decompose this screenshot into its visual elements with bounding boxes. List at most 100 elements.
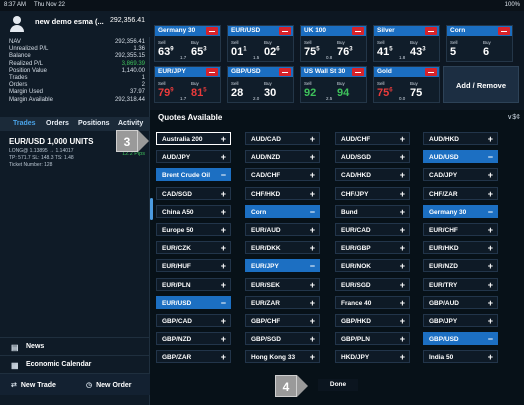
- quote-toggle-france-40[interactable]: France 40 +: [335, 295, 410, 309]
- quote-tile-us-wall-st-30[interactable]: US Wall St 30 Sell Buy 92 94 2.5: [300, 66, 367, 103]
- quote-toggle-aud-jpy[interactable]: AUD/JPY +: [156, 150, 231, 164]
- news-item[interactable]: ▤ News: [0, 337, 150, 355]
- economic-calendar-item[interactable]: ▦ Economic Calendar: [0, 355, 150, 373]
- quote-tile-silver[interactable]: Silver Sell Buy 415 433 1.8: [373, 25, 440, 62]
- remove-tile-icon[interactable]: [498, 27, 510, 35]
- quote-toggle-chf-jpy[interactable]: CHF/JPY +: [335, 186, 410, 200]
- quote-tile-eur-jpy[interactable]: EUR/JPY Sell Buy 799 815 1.7: [154, 66, 221, 103]
- remove-tile-icon[interactable]: [206, 68, 218, 76]
- tile-buy-price[interactable]: 94: [337, 87, 349, 99]
- quote-toggle-cad-sgd[interactable]: CAD/SGD +: [156, 186, 231, 200]
- tab-positions[interactable]: Positions: [78, 120, 110, 127]
- remove-tile-icon[interactable]: [279, 27, 291, 35]
- quote-toggle-eur-sgd[interactable]: EUR/SGD +: [335, 277, 410, 291]
- quote-toggle-gbp-usd[interactable]: GBP/USD −: [423, 332, 498, 346]
- quote-toggle-eur-usd[interactable]: EUR/USD −: [156, 295, 231, 309]
- quote-toggle-gbp-jpy[interactable]: GBP/JPY +: [423, 314, 498, 327]
- quote-toggle-corn[interactable]: Corn −: [245, 204, 320, 218]
- done-button[interactable]: Done: [318, 379, 358, 391]
- quote-toggle-eur-try[interactable]: EUR/TRY +: [423, 277, 498, 291]
- currency-filter-icon[interactable]: ∨$¢: [507, 113, 520, 121]
- tab-trades[interactable]: Trades: [13, 120, 36, 127]
- tile-sell-price[interactable]: 639: [158, 46, 174, 58]
- tile-buy-price[interactable]: 026: [264, 46, 280, 58]
- quote-toggle-aud-cad[interactable]: AUD/CAD +: [245, 132, 320, 145]
- remove-tile-icon[interactable]: [425, 68, 437, 76]
- tile-buy-price[interactable]: 30: [264, 87, 276, 99]
- tile-sell-price[interactable]: 011: [231, 46, 247, 58]
- quote-toggle-eur-pln[interactable]: EUR/PLN +: [156, 277, 231, 291]
- quote-toggle-eur-sek[interactable]: EUR/SEK +: [245, 277, 320, 291]
- quote-toggle-gbp-zar[interactable]: GBP/ZAR +: [156, 350, 231, 364]
- quote-toggle-eur-nzd[interactable]: EUR/NZD +: [423, 259, 498, 273]
- quote-tile-uk-100[interactable]: UK 100 Sell Buy 755 763 0.8: [300, 25, 367, 62]
- new-order-button[interactable]: ◷ New Order: [86, 381, 132, 389]
- quote-toggle-gbp-aud[interactable]: GBP/AUD +: [423, 295, 498, 309]
- quote-toggle-eur-jpy[interactable]: EUR/JPY −: [245, 259, 320, 273]
- quote-toggle-eur-cad[interactable]: EUR/CAD +: [335, 223, 410, 236]
- quote-toggle-aud-hkd[interactable]: AUD/HKD +: [423, 132, 498, 145]
- new-trade-button[interactable]: ⇄ New Trade: [11, 381, 56, 389]
- quote-toggle-eur-czk[interactable]: EUR/CZK +: [156, 241, 231, 255]
- quote-toggle-gbp-cad[interactable]: GBP/CAD +: [156, 314, 231, 327]
- quote-toggle-eur-aud[interactable]: EUR/AUD +: [245, 223, 320, 236]
- add-remove-button[interactable]: Add / Remove: [443, 66, 519, 103]
- tile-buy-price[interactable]: 653: [191, 46, 207, 58]
- quote-toggle-eur-chf[interactable]: EUR/CHF +: [423, 223, 498, 236]
- tile-sell-price[interactable]: 799: [158, 87, 174, 99]
- quote-toggle-eur-gbp[interactable]: EUR/GBP +: [335, 241, 410, 255]
- quote-toggle-aud-usd[interactable]: AUD/USD −: [423, 150, 498, 164]
- tile-sell-price[interactable]: 755: [304, 46, 320, 58]
- quote-toggle-europe-50[interactable]: Europe 50 +: [156, 223, 231, 236]
- tile-buy-price[interactable]: 6: [483, 46, 489, 58]
- tile-sell-price[interactable]: 415: [377, 46, 393, 58]
- quote-toggle-germany-30[interactable]: Germany 30 −: [423, 204, 498, 218]
- tile-buy-price[interactable]: 75: [410, 87, 422, 99]
- quote-toggle-eur-hkd[interactable]: EUR/HKD +: [423, 241, 498, 255]
- quote-tile-corn[interactable]: Corn Sell Buy 5 6: [446, 25, 513, 62]
- quote-toggle-cad-chf[interactable]: CAD/CHF +: [245, 168, 320, 182]
- quote-tile-gbp-usd[interactable]: GBP/USD Sell Buy 28 30 2.0: [227, 66, 294, 103]
- quote-toggle-brent-crude-oil[interactable]: Brent Crude Oil −: [156, 168, 231, 182]
- remove-tile-icon[interactable]: [352, 68, 364, 76]
- quote-toggle-gbp-chf[interactable]: GBP/CHF +: [245, 314, 320, 327]
- quote-tile-germany-30[interactable]: Germany 30 Sell Buy 639 653 1.7: [154, 25, 221, 62]
- scroll-indicator[interactable]: [150, 198, 153, 220]
- quote-toggle-cad-hkd[interactable]: CAD/HKD +: [335, 168, 410, 182]
- quote-toggle-eur-huf[interactable]: EUR/HUF +: [156, 259, 231, 273]
- tile-buy-price[interactable]: 815: [191, 87, 207, 99]
- tile-buy-price[interactable]: 763: [337, 46, 353, 58]
- quote-toggle-gbp-pln[interactable]: GBP/PLN +: [335, 332, 410, 346]
- quote-toggle-hkd-jpy[interactable]: HKD/JPY +: [335, 350, 410, 364]
- tile-sell-price[interactable]: 92: [304, 87, 316, 99]
- quote-toggle-cad-jpy[interactable]: CAD/JPY +: [423, 168, 498, 182]
- quote-tile-eur-usd[interactable]: EUR/USD Sell Buy 011 026 1.5: [227, 25, 294, 62]
- quote-toggle-aud-nzd[interactable]: AUD/NZD +: [245, 150, 320, 164]
- quote-toggle-hong-kong-33[interactable]: Hong Kong 33 +: [245, 350, 320, 364]
- quote-toggle-india-50[interactable]: India 50 +: [423, 350, 498, 364]
- quote-toggle-eur-dkk[interactable]: EUR/DKK +: [245, 241, 320, 255]
- quote-tile-gold[interactable]: Gold Sell Buy 756 75 0.0: [373, 66, 440, 103]
- quote-toggle-eur-zar[interactable]: EUR/ZAR +: [245, 295, 320, 309]
- tile-sell-price[interactable]: 5: [450, 46, 456, 58]
- quote-toggle-china-a50[interactable]: China A50 +: [156, 204, 231, 218]
- quote-toggle-gbp-sgd[interactable]: GBP/SGD +: [245, 332, 320, 346]
- tile-sell-price[interactable]: 756: [377, 87, 393, 99]
- quote-toggle-australia-200[interactable]: Australia 200 +: [156, 132, 231, 145]
- remove-tile-icon[interactable]: [279, 68, 291, 76]
- quote-toggle-gbp-hkd[interactable]: GBP/HKD +: [335, 314, 410, 327]
- account-header[interactable]: new demo esma (... 292,356.41: [0, 11, 150, 37]
- quote-toggle-bund[interactable]: Bund +: [335, 204, 410, 218]
- remove-tile-icon[interactable]: [206, 27, 218, 35]
- quote-toggle-eur-nok[interactable]: EUR/NOK +: [335, 259, 410, 273]
- tab-activity[interactable]: Activity: [118, 120, 143, 127]
- tab-orders[interactable]: Orders: [46, 120, 69, 127]
- quote-toggle-chf-hkd[interactable]: CHF/HKD +: [245, 186, 320, 200]
- quote-toggle-aud-sgd[interactable]: AUD/SGD +: [335, 150, 410, 164]
- tile-buy-price[interactable]: 433: [410, 46, 426, 58]
- remove-tile-icon[interactable]: [425, 27, 437, 35]
- tile-sell-price[interactable]: 28: [231, 87, 243, 99]
- quote-toggle-chf-zar[interactable]: CHF/ZAR +: [423, 186, 498, 200]
- quote-toggle-aud-chf[interactable]: AUD/CHF +: [335, 132, 410, 145]
- quote-toggle-gbp-nzd[interactable]: GBP/NZD +: [156, 332, 231, 346]
